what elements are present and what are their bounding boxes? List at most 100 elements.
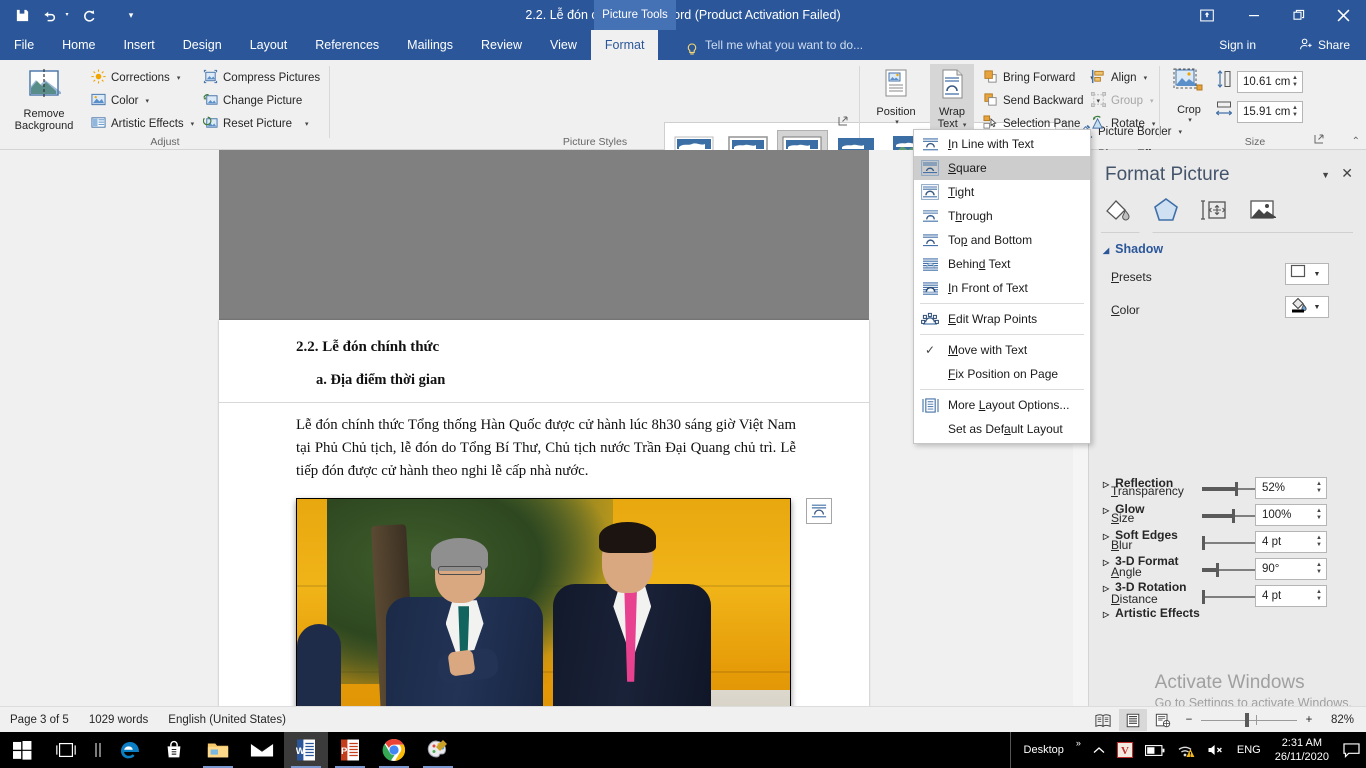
menu-item-set-as-default-layout[interactable]: Set as Default Layout (914, 417, 1090, 441)
chevron-down-icon[interactable]: ▾ (895, 118, 899, 126)
size-spinner[interactable]: ▲ ▼ (1312, 505, 1326, 525)
shape-height-spinner[interactable]: ▲ ▼ (1288, 72, 1302, 92)
tab-references[interactable]: References (301, 30, 393, 60)
color-button[interactable]: Color ▾ (88, 89, 197, 112)
tray-clock[interactable]: 2:31 AM 26/11/2020 (1267, 736, 1337, 764)
tab-mailings[interactable]: Mailings (393, 30, 467, 60)
chevron-down-icon[interactable]: ▾ (145, 97, 149, 105)
taskbar-word[interactable]: W (284, 732, 328, 768)
menu-item-tight[interactable]: Tight (914, 180, 1090, 204)
tab-design[interactable]: Design (169, 30, 236, 60)
task-view-button[interactable] (44, 732, 88, 768)
change-picture-button[interactable]: Change Picture (200, 89, 323, 112)
taskbar-store[interactable] (152, 732, 196, 768)
bring-forward-button[interactable]: Bring Forward ▾ (980, 66, 1103, 89)
menu-item-edit-wrap-points[interactable]: Edit Wrap Points (914, 307, 1090, 331)
show-hidden-icons-icon[interactable] (1087, 732, 1111, 768)
tab-home[interactable]: Home (48, 30, 109, 60)
section-reflection[interactable]: ▷ Reflection (1103, 476, 1173, 490)
section-soft-edges[interactable]: ▷ Soft Edges (1103, 528, 1178, 542)
menu-item-behind-text[interactable]: Behind Text (914, 252, 1090, 276)
chevron-down-icon[interactable]: ▾ (177, 74, 181, 82)
tell-me-search[interactable]: Tell me what you want to do... (686, 30, 863, 60)
artistic-effects-button[interactable]: Artistic Effects ▾ (88, 112, 197, 135)
layout-options-button[interactable] (806, 498, 832, 524)
position-button[interactable]: Position ▾ (868, 64, 924, 126)
redo-icon[interactable] (74, 2, 102, 28)
zoom-out-button[interactable]: − (1179, 709, 1199, 731)
corrections-button[interactable]: Corrections ▾ (88, 66, 197, 89)
section-3d-format[interactable]: ▷ 3-D Format (1103, 554, 1179, 568)
collapse-ribbon-button[interactable]: ⌃ (1352, 136, 1360, 147)
unikey-icon[interactable]: V (1111, 732, 1139, 768)
menu-item-top-and-bottom[interactable]: Top and Bottom (914, 228, 1090, 252)
shadow-size-input[interactable]: 100% ▲ ▼ (1255, 504, 1327, 526)
tab-view[interactable]: View (536, 30, 591, 60)
shadow-color-button[interactable]: ▼ (1285, 296, 1329, 318)
battery-icon[interactable] (1139, 732, 1171, 768)
save-icon[interactable] (8, 2, 36, 28)
status-word-count[interactable]: 1029 words (79, 714, 158, 726)
menu-item-through[interactable]: Through (914, 204, 1090, 228)
chevron-down-icon[interactable]: ▾ (1144, 74, 1148, 82)
menu-item-more-layout-options[interactable]: More Layout Options... (914, 393, 1090, 417)
restore-icon[interactable] (1276, 0, 1321, 30)
tray-desktop-label[interactable]: Desktop (1018, 732, 1070, 768)
chevron-down-icon[interactable]: ▾ (1188, 116, 1192, 124)
shape-height-input[interactable]: 10.61 cm ▲ ▼ (1237, 70, 1303, 93)
wrap-text-dropdown-menu[interactable]: In Line with Text Square Tight Through T… (913, 129, 1091, 444)
tab-file[interactable]: File (0, 30, 49, 60)
share-button[interactable]: Share (1291, 30, 1358, 60)
section-glow[interactable]: ▷ Glow (1103, 502, 1145, 516)
document-page[interactable]: 2.2. Lễ đón chính thức a. Địa điểm thời … (219, 320, 869, 768)
shadow-presets-button[interactable]: ▼ (1285, 263, 1329, 285)
sign-in-button[interactable]: Sign in (1219, 30, 1256, 60)
ribbon-display-options-icon[interactable] (1183, 0, 1231, 30)
angle-spinner[interactable]: ▲ ▼ (1312, 559, 1326, 579)
crop-button[interactable]: Crop ▾ (1166, 64, 1212, 124)
zoom-level[interactable]: 82% (1321, 714, 1358, 726)
taskbar-file-explorer[interactable] (196, 732, 240, 768)
tab-review[interactable]: Review (467, 30, 536, 60)
shape-width-spinner[interactable]: ▲ ▼ (1288, 102, 1302, 122)
section-artistic-effects[interactable]: ▷ Artistic Effects (1103, 606, 1200, 620)
layout-properties-icon[interactable] (1197, 194, 1231, 226)
web-layout-icon[interactable] (1149, 709, 1177, 731)
chevron-down-icon[interactable]: ▾ (1152, 120, 1156, 128)
menu-item-in-front-of-text[interactable]: In Front of Text (914, 276, 1090, 300)
status-page-number[interactable]: Page 3 of 5 (0, 714, 79, 726)
tab-insert[interactable]: Insert (110, 30, 169, 60)
pane-options-dropdown-icon[interactable]: ▼ (1321, 170, 1330, 180)
menu-item-move-with-text[interactable]: ✓ Move with Text (914, 338, 1090, 362)
fill-and-line-icon[interactable] (1101, 194, 1135, 226)
tab-format[interactable]: Format (590, 30, 659, 60)
taskbar-powerpoint[interactable]: P (328, 732, 372, 768)
start-button[interactable] (0, 732, 44, 768)
transparency-spinner[interactable]: ▲ ▼ (1312, 478, 1326, 498)
menu-item-fix-position-on-page[interactable]: Fix Position on Page (914, 362, 1090, 386)
undo-dropdown-icon[interactable]: ▾ (62, 2, 72, 28)
section-shadow-header[interactable]: ◢ Shadow (1103, 242, 1163, 256)
shadow-angle-input[interactable]: 90° ▲ ▼ (1255, 558, 1327, 580)
compress-pictures-button[interactable]: Compress Pictures (200, 66, 323, 89)
zoom-in-button[interactable]: + (1299, 709, 1319, 731)
send-backward-button[interactable]: Send Backward ▾ (980, 89, 1103, 112)
action-center-icon[interactable] (1337, 732, 1366, 768)
taskbar-edge[interactable] (108, 732, 152, 768)
blur-spinner[interactable]: ▲ ▼ (1312, 532, 1326, 552)
effects-icon[interactable] (1149, 194, 1183, 226)
wifi-warning-icon[interactable] (1171, 732, 1201, 768)
minimize-icon[interactable] (1231, 0, 1276, 30)
reset-picture-button[interactable]: Reset Picture ▾ (200, 112, 323, 135)
status-language[interactable]: English (United States) (158, 714, 296, 726)
chevron-down-icon[interactable]: ▼ (1310, 271, 1324, 278)
shadow-transparency-input[interactable]: 52% ▲ ▼ (1255, 477, 1327, 499)
keyboard-language[interactable]: ENG (1231, 732, 1267, 768)
shadow-distance-input[interactable]: 4 pt ▲ ▼ (1255, 585, 1327, 607)
chevron-down-icon[interactable]: ▾ (963, 122, 967, 129)
chevron-down-icon[interactable]: ▼ (1310, 304, 1324, 311)
undo-icon[interactable] (38, 2, 60, 28)
read-mode-icon[interactable] (1089, 709, 1117, 731)
section-3d-rotation[interactable]: ▷ 3-D Rotation (1103, 580, 1186, 594)
shape-width-input[interactable]: 15.91 cm ▲ ▼ (1237, 100, 1303, 123)
